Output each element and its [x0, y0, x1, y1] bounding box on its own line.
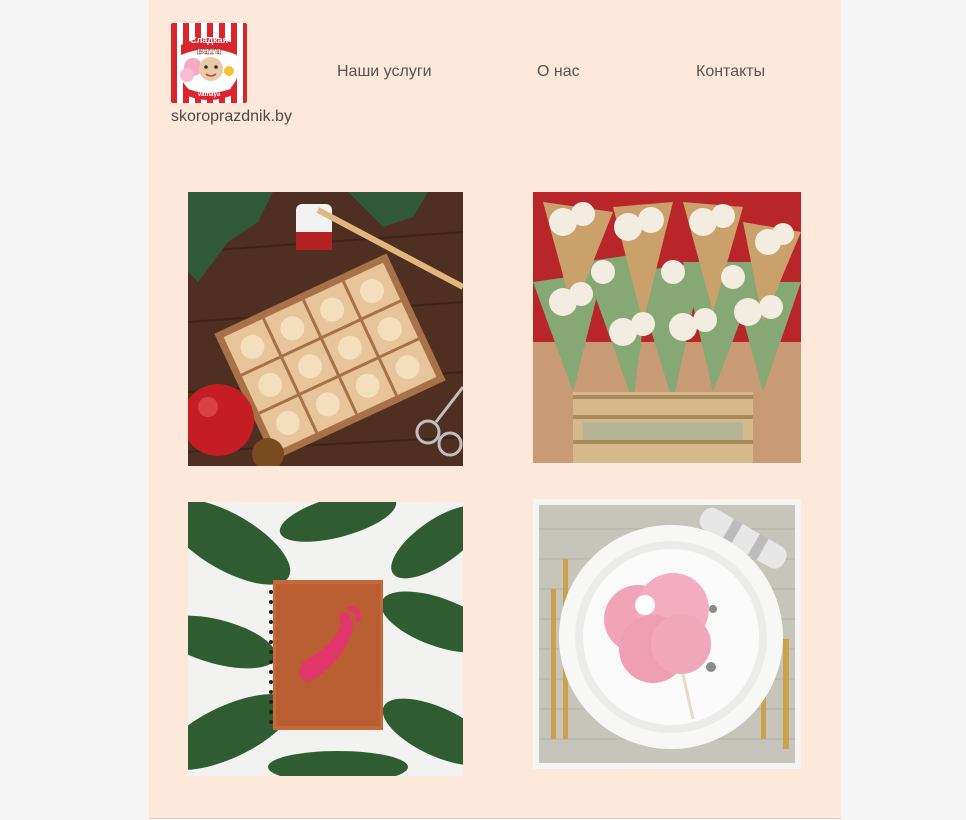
popcorn-cones-image	[533, 192, 801, 463]
flamingo-notebook-image	[188, 502, 463, 776]
logo-text-main: вата	[197, 43, 221, 57]
email-page: Сладкая вата vatnaya skoroprazdnik.by На…	[149, 0, 841, 819]
logo-text-bottom: vatnaya	[198, 92, 221, 98]
gallery-image-popcorn[interactable]	[533, 192, 801, 463]
gallery-image-cotton-candy[interactable]	[533, 499, 801, 769]
site-domain[interactable]: skoroprazdnik.by	[171, 108, 292, 126]
nav-link-about[interactable]: О нас	[537, 63, 580, 81]
gallery-image-notebook[interactable]	[188, 502, 463, 776]
nav-link-services[interactable]: Наши услуги	[337, 63, 432, 81]
cotton-candy-plate-image	[533, 499, 801, 769]
wooden-ornaments-image	[188, 192, 463, 466]
nav-link-contacts[interactable]: Контакты	[696, 63, 765, 81]
gallery-image-ornaments[interactable]	[188, 192, 463, 466]
cotton-candy-logo-icon: Сладкая вата vatnaya	[171, 23, 247, 103]
brand-logo[interactable]: Сладкая вата vatnaya	[171, 23, 247, 103]
